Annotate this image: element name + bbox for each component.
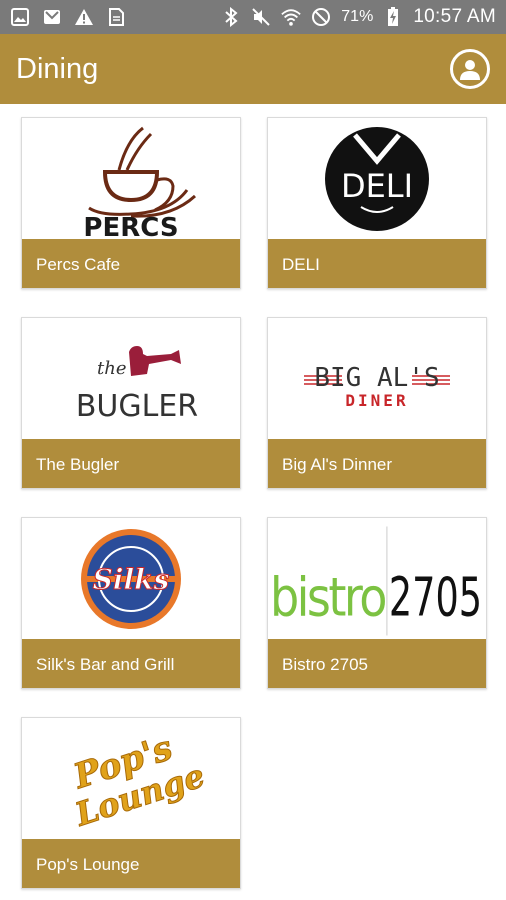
dining-card-label: Percs Cafe — [22, 239, 240, 288]
mute-icon — [251, 7, 271, 27]
pops-lounge-logo: Pop's Lounge — [22, 718, 240, 839]
document-notification-icon — [106, 7, 126, 27]
battery-charging-icon — [383, 7, 403, 27]
bistro-logo-text: bistro — [270, 566, 385, 629]
gmail-notification-icon — [42, 7, 62, 27]
do-not-disturb-icon — [311, 7, 331, 27]
bistro-number-text: 2705 — [389, 566, 482, 629]
dining-grid: PERCS Percs Cafe DELI DELI the BUGLER Th… — [21, 117, 487, 889]
big-als-diner-text: DINER — [345, 391, 408, 410]
bluetooth-icon — [221, 7, 241, 27]
deli-logo: DELI — [268, 118, 486, 239]
dining-card-big-als-dinner[interactable]: BIG AL'S DINER Big Al's Dinner — [267, 317, 487, 489]
app-bar: Dining — [0, 34, 506, 104]
status-bar: 71% 10:57 AM — [0, 0, 506, 34]
dining-card-label: Big Al's Dinner — [268, 439, 486, 488]
percs-cafe-logo: PERCS — [22, 118, 240, 239]
dining-card-label: Pop's Lounge — [22, 839, 240, 888]
dining-card-pops-lounge[interactable]: Pop's Lounge Pop's Lounge — [21, 717, 241, 889]
big-als-logo-text: BIG AL'S — [314, 363, 439, 393]
bugler-logo-text: BUGLER — [76, 389, 198, 424]
wifi-icon — [281, 7, 301, 27]
dining-card-label: Silk's Bar and Grill — [22, 639, 240, 688]
dining-card-silks-bar-and-grill[interactable]: Silks Silk's Bar and Grill — [21, 517, 241, 689]
silks-logo: Silks — [22, 518, 240, 639]
image-notification-icon — [10, 7, 30, 27]
dining-card-percs-cafe[interactable]: PERCS Percs Cafe — [21, 117, 241, 289]
warning-icon — [74, 7, 94, 27]
notification-icons — [10, 7, 126, 27]
dining-card-deli[interactable]: DELI DELI — [267, 117, 487, 289]
silks-logo-text: Silks — [93, 563, 170, 596]
dining-card-label: The Bugler — [22, 439, 240, 488]
clock: 10:57 AM — [413, 6, 496, 27]
bugler-the-text: the — [97, 358, 126, 379]
battery-percent: 71% — [341, 8, 374, 25]
system-status: 71% 10:57 AM — [221, 6, 496, 28]
dining-card-the-bugler[interactable]: the BUGLER The Bugler — [21, 317, 241, 489]
dining-card-label: Bistro 2705 — [268, 639, 486, 688]
big-als-logo: BIG AL'S DINER — [268, 318, 486, 439]
bistro-2705-logo: bistro 2705 — [268, 518, 486, 639]
profile-button[interactable] — [450, 49, 490, 89]
account-icon — [460, 60, 480, 80]
the-bugler-logo: the BUGLER — [22, 318, 240, 439]
page-title: Dining — [16, 52, 99, 85]
deli-logo-text: DELI — [341, 167, 413, 205]
dining-card-bistro-2705[interactable]: bistro 2705 Bistro 2705 — [267, 517, 487, 689]
dining-card-label: DELI — [268, 239, 486, 288]
percs-logo-text: PERCS — [83, 213, 178, 238]
